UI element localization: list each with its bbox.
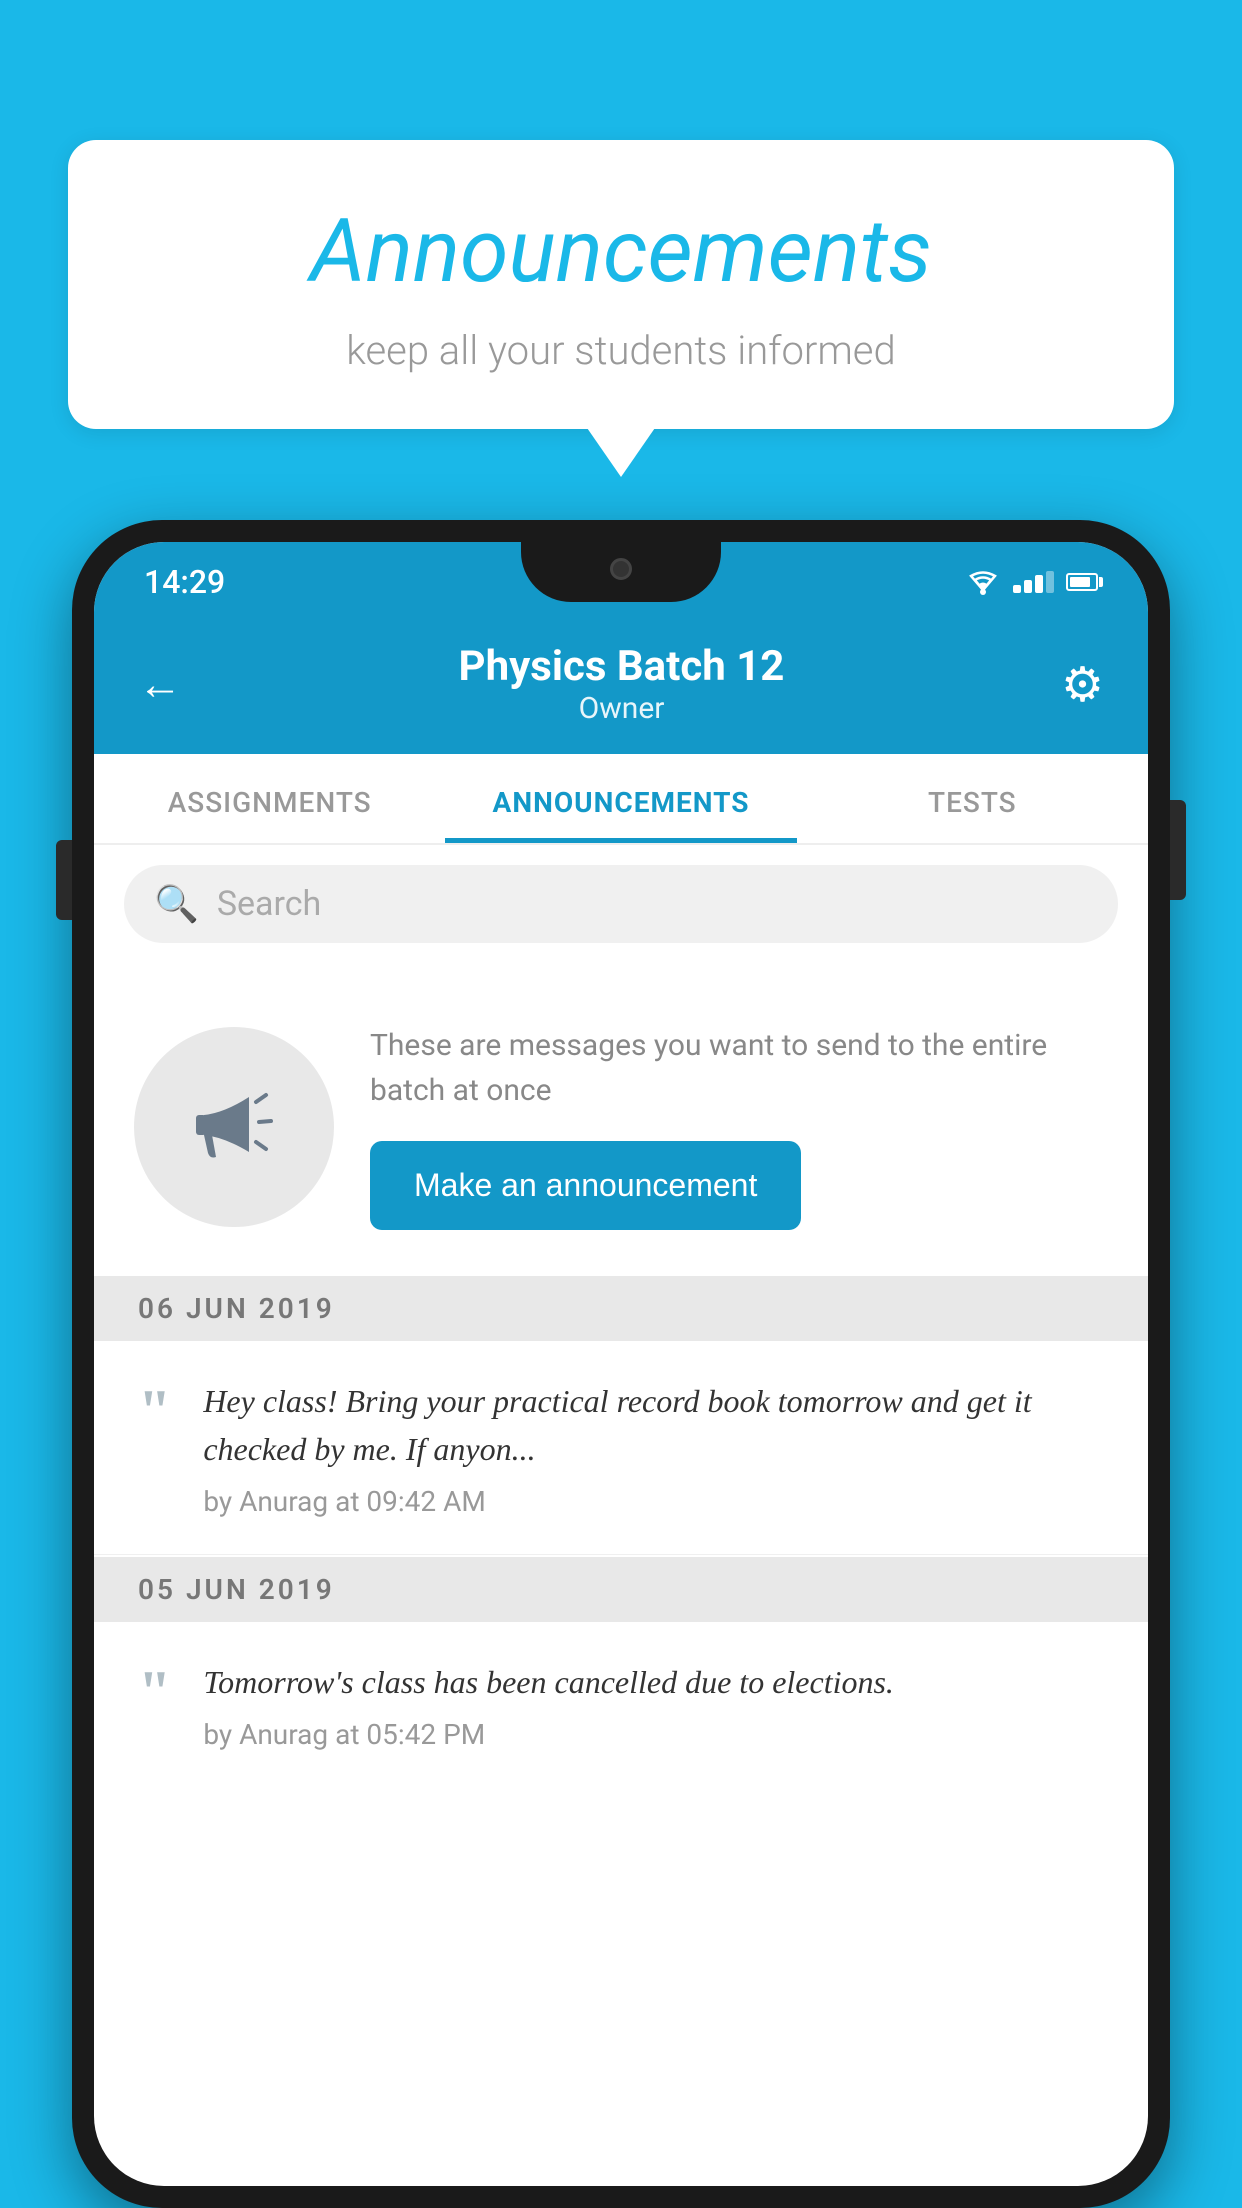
batch-title: Physics Batch 12 (459, 642, 785, 691)
tab-tests[interactable]: TESTS (797, 754, 1148, 843)
bubble-title: Announcements (128, 200, 1114, 303)
app-header: ← Physics Batch 12 Owner ⚙ (94, 614, 1148, 754)
bubble-subtitle: keep all your students informed (128, 327, 1114, 374)
announcement-item-1[interactable]: " Hey class! Bring your practical record… (94, 1341, 1148, 1555)
quote-icon-2: " (138, 1662, 171, 1722)
battery-icon (1066, 573, 1098, 591)
tab-announcements[interactable]: ANNOUNCEMENTS (445, 754, 796, 843)
announcement-item-2[interactable]: " Tomorrow's class has been cancelled du… (94, 1622, 1148, 1787)
tab-assignments[interactable]: ASSIGNMENTS (94, 754, 445, 843)
settings-button[interactable]: ⚙ (1061, 656, 1104, 713)
cta-description: These are messages you want to send to t… (370, 1023, 1108, 1113)
cta-right: These are messages you want to send to t… (370, 1023, 1108, 1230)
header-center: Physics Batch 12 Owner (459, 642, 785, 726)
phone-wrapper: 14:29 (72, 520, 1170, 2208)
announcement-meta-1: by Anurag at 09:42 AM (203, 1485, 1104, 1518)
search-bar[interactable]: 🔍 Search (124, 865, 1118, 943)
phone-inner: 14:29 (94, 542, 1148, 2186)
date-separator-2: 05 JUN 2019 (94, 1557, 1148, 1622)
tabs-bar: ASSIGNMENTS ANNOUNCEMENTS TESTS (94, 754, 1148, 845)
status-icons (965, 568, 1098, 596)
announcement-body-2: Tomorrow's class has been cancelled due … (203, 1658, 1104, 1751)
date-separator-1: 06 JUN 2019 (94, 1276, 1148, 1341)
announcement-text-1: Hey class! Bring your practical record b… (203, 1377, 1104, 1473)
megaphone-circle (134, 1027, 334, 1227)
announcement-meta-2: by Anurag at 05:42 PM (203, 1718, 1104, 1751)
notch-camera (610, 558, 632, 580)
megaphone-icon (184, 1077, 284, 1177)
signal-bars (1013, 571, 1054, 593)
announcement-body-1: Hey class! Bring your practical record b… (203, 1377, 1104, 1518)
wifi-icon (965, 568, 1001, 596)
make-announcement-button[interactable]: Make an announcement (370, 1141, 801, 1230)
phone-notch (521, 542, 721, 602)
announcement-text-2: Tomorrow's class has been cancelled due … (203, 1658, 1104, 1706)
search-placeholder: Search (217, 884, 321, 924)
quote-icon-1: " (138, 1381, 171, 1441)
phone-outer: 14:29 (72, 520, 1170, 2208)
search-icon: 🔍 (154, 883, 199, 925)
search-container: 🔍 Search (94, 845, 1148, 963)
status-time: 14:29 (144, 563, 225, 601)
speech-bubble: Announcements keep all your students inf… (68, 140, 1174, 429)
batch-role: Owner (459, 691, 785, 726)
speech-bubble-section: Announcements keep all your students inf… (68, 140, 1174, 429)
back-button[interactable]: ← (138, 658, 182, 710)
cta-card: These are messages you want to send to t… (94, 979, 1148, 1274)
